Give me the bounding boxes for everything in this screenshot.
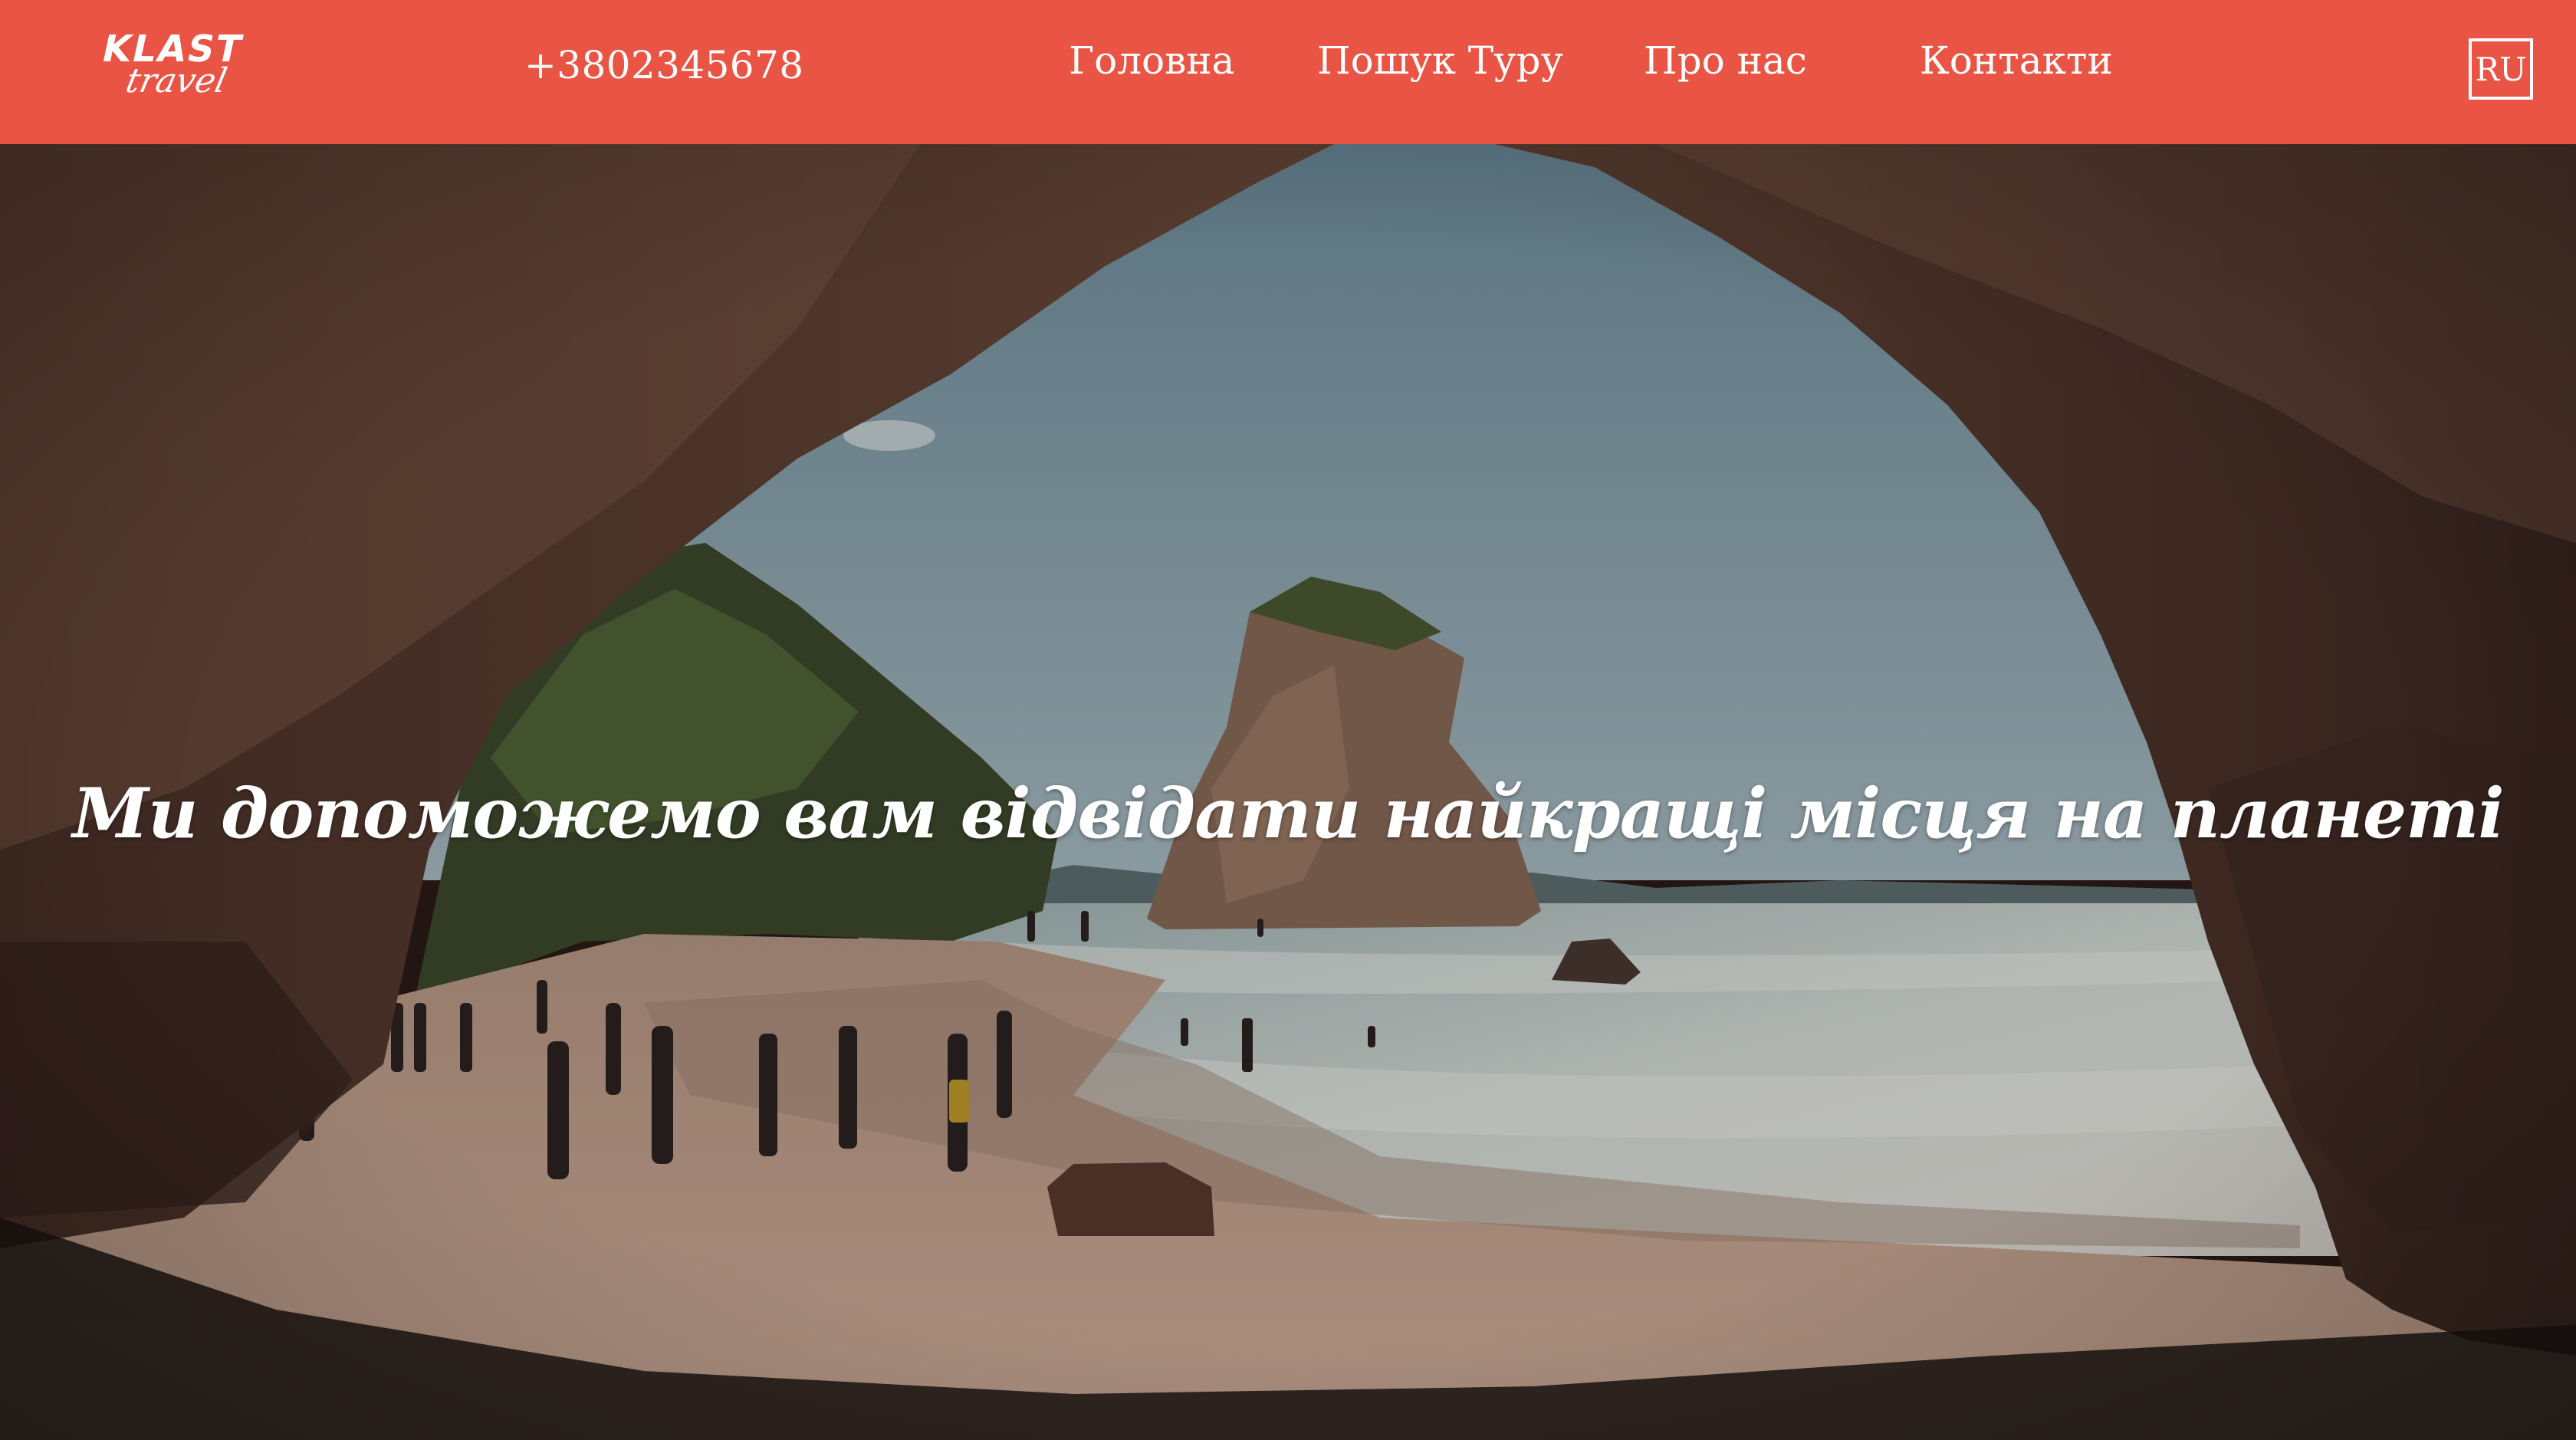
- nav-home[interactable]: Головна: [1069, 38, 1234, 83]
- nav-tour-search[interactable]: Пошук Туру: [1317, 38, 1563, 83]
- nav-about[interactable]: Про нас: [1644, 38, 1807, 83]
- hero-section: Ми допоможемо вам відвідати найкращі міс…: [0, 144, 2576, 1440]
- logo-script: travel: [122, 61, 231, 100]
- nav-contacts[interactable]: Контакти: [1920, 38, 2113, 83]
- language-switch-button[interactable]: RU: [2469, 38, 2533, 100]
- site-header: KLAST travel +3802345678 Головна Пошук Т…: [0, 0, 2576, 144]
- phone-link[interactable]: +3802345678: [524, 43, 803, 87]
- hero-title: Ми допоможемо вам відвідати найкращі міс…: [72, 773, 2504, 855]
- logo[interactable]: KLAST travel: [83, 28, 301, 113]
